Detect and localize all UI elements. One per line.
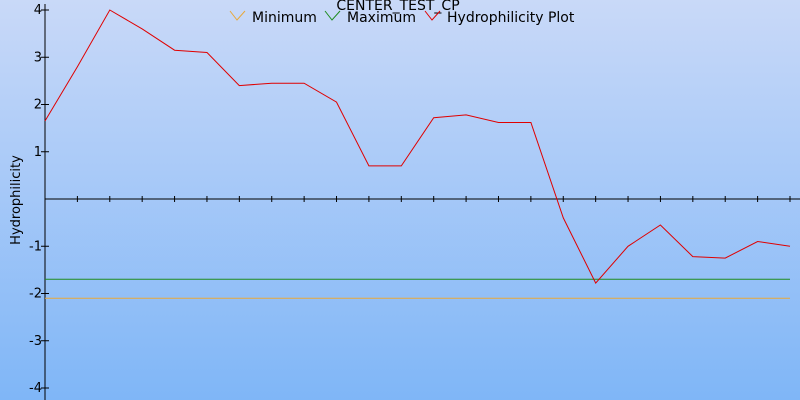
legend-label: Hydrophilicity Plot (447, 10, 575, 26)
y-tick-label: -1 (29, 239, 42, 254)
y-tick-label: 1 (34, 145, 42, 160)
y-tick-label: 2 (34, 98, 42, 113)
hydrophilicity-chart: 4 3 2 1 -1 -2 -3 -4 CENTER_TEST_CP Minimum Maxim… (0, 0, 800, 400)
y-axis-label: Hydrophilicity (9, 155, 24, 245)
y-tick-label: -2 (29, 287, 42, 302)
chart-svg: 4321-1-2-3-4 CENTER_TEST_CP Minimum Maxim… (0, 0, 800, 400)
y-tick-label: 4 (34, 3, 42, 18)
y-tick-label: 3 (34, 50, 42, 65)
legend: Minimum Maximum Hydrophilicity Plot (229, 10, 575, 26)
y-tick-label: -3 (29, 334, 42, 349)
legend-label: Maximum (347, 10, 416, 26)
legend-label: Minimum (252, 10, 317, 26)
plot-background (0, 0, 800, 400)
y-tick-label: -4 (29, 381, 42, 396)
